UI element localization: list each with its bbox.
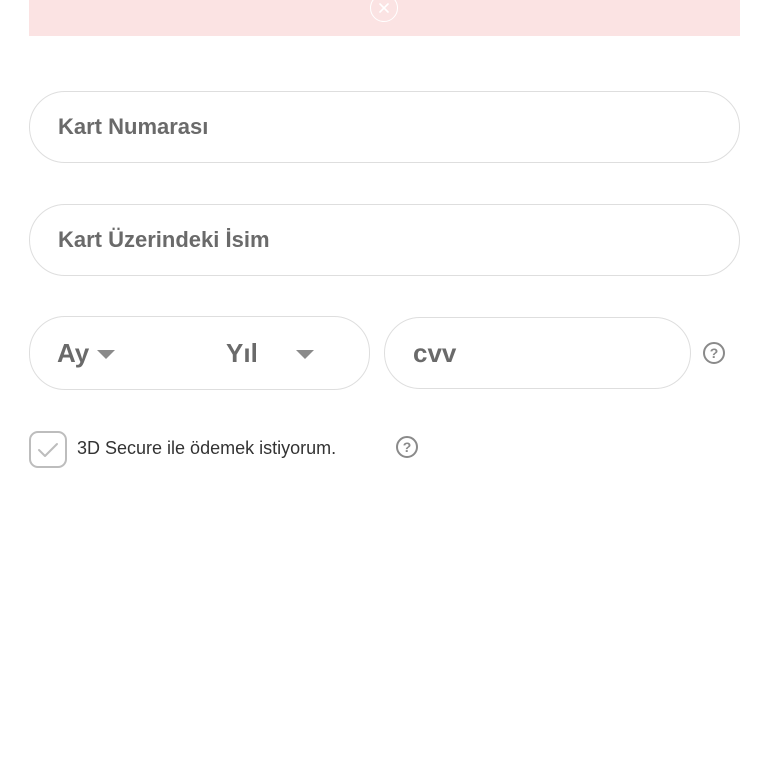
card-holder-input[interactable] xyxy=(30,205,739,275)
secure-3d-label: 3D Secure ile ödemek istiyorum. xyxy=(77,438,337,458)
cvv-help-icon[interactable]: ? xyxy=(703,342,725,364)
expiry-year-label: Yıl xyxy=(226,337,258,368)
help-glyph: ? xyxy=(709,345,719,361)
cvv-field xyxy=(384,317,691,389)
secure-3d-checkbox[interactable] xyxy=(29,431,67,468)
card-number-input[interactable] xyxy=(30,92,739,162)
chevron-down-icon xyxy=(295,349,314,359)
cvv-input[interactable] xyxy=(385,318,690,388)
chevron-down-icon xyxy=(97,349,116,359)
help-glyph: ? xyxy=(402,439,412,455)
secure-3d-help-icon[interactable]: ? xyxy=(396,436,418,458)
payment-form-page: Ay Yıl ? 3D Secure ile ödemek istiyorum.… xyxy=(0,0,768,768)
checkmark-icon xyxy=(38,442,58,457)
expiry-year-select[interactable]: Yıl xyxy=(226,317,314,389)
expiry-month-label: Ay xyxy=(57,337,90,368)
card-holder-field xyxy=(29,204,740,276)
expiry-date-field: Ay Yıl xyxy=(29,316,370,390)
card-number-field xyxy=(29,91,740,163)
expiry-month-select[interactable]: Ay xyxy=(57,317,116,389)
close-icon xyxy=(379,3,389,13)
